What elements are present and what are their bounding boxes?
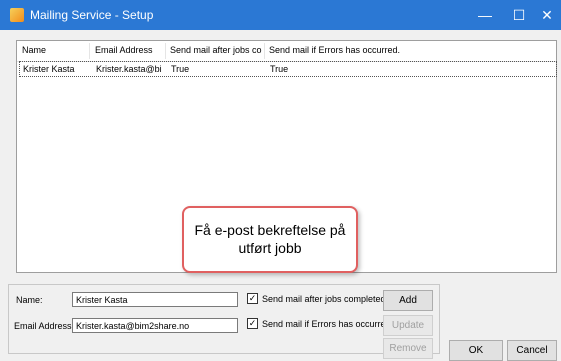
send-on-errors-checkbox[interactable]: ✓ bbox=[247, 318, 258, 329]
send-after-jobs-label[interactable]: Send mail after jobs completed. bbox=[262, 294, 388, 304]
ok-button[interactable]: OK bbox=[449, 340, 503, 361]
app-icon bbox=[10, 8, 24, 22]
minimize-button[interactable]: — bbox=[468, 0, 502, 30]
send-after-jobs-checkbox[interactable]: ✓ bbox=[247, 293, 258, 304]
row-after-jobs: True bbox=[171, 64, 190, 74]
column-separator bbox=[89, 43, 90, 59]
annotation-callout: Få e-post bekreftelse på utført jobb bbox=[182, 206, 358, 273]
row-email: Krister.kasta@bi... bbox=[96, 64, 162, 74]
column-header-name[interactable]: Name bbox=[22, 45, 82, 55]
recipients-list[interactable]: Name Email Address Send mail after jobs … bbox=[16, 40, 557, 273]
update-button[interactable]: Update bbox=[383, 315, 433, 336]
add-button[interactable]: Add bbox=[383, 290, 433, 311]
email-label: Email Address: bbox=[14, 321, 75, 331]
window-title: Mailing Service - Setup bbox=[30, 8, 154, 22]
column-header-on-errors[interactable]: Send mail if Errors has occurred. bbox=[269, 45, 419, 55]
name-field[interactable] bbox=[72, 292, 238, 307]
column-header-email[interactable]: Email Address bbox=[95, 45, 165, 55]
remove-button[interactable]: Remove bbox=[383, 338, 433, 359]
send-on-errors-label[interactable]: Send mail if Errors has occurred. bbox=[262, 319, 393, 329]
column-separator bbox=[264, 43, 265, 59]
name-label: Name: bbox=[16, 295, 43, 305]
list-row[interactable]: Krister Kasta Krister.kasta@bi... True T… bbox=[19, 61, 557, 77]
list-header: Name Email Address Send mail after jobs … bbox=[17, 41, 556, 62]
row-on-errors: True bbox=[270, 64, 289, 74]
close-button[interactable]: ✕ bbox=[530, 0, 561, 30]
mailing-service-setup-window: Mailing Service - Setup — ☐ ✕ Name Email… bbox=[0, 0, 561, 361]
row-name: Krister Kasta bbox=[23, 64, 75, 74]
cancel-button[interactable]: Cancel bbox=[507, 340, 557, 361]
column-header-after-jobs[interactable]: Send mail after jobs co... bbox=[170, 45, 262, 55]
column-separator bbox=[165, 43, 166, 59]
email-field[interactable] bbox=[72, 318, 238, 333]
title-bar[interactable]: Mailing Service - Setup — ☐ ✕ bbox=[0, 0, 561, 30]
